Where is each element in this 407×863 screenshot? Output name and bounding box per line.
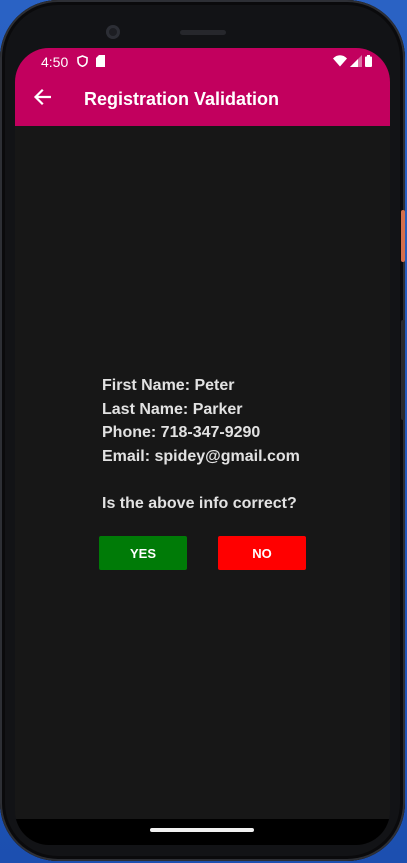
status-bar: 4:50 (15, 48, 390, 74)
sim-card-icon (96, 54, 105, 72)
home-gesture-handle[interactable] (150, 828, 254, 832)
no-button[interactable]: NO (218, 536, 306, 570)
phone-text: Phone: 718-347-9290 (102, 424, 261, 441)
registration-summary: First Name: Peter Last Name: Parker Phon… (102, 374, 300, 516)
yes-button[interactable]: YES (99, 536, 187, 570)
page-title: Registration Validation (84, 89, 280, 109)
email-text: Email: spidey@gmail.com (102, 447, 300, 465)
shield-icon (77, 54, 88, 72)
device-frame-background: 4:50 Registration Validation First Name:… (0, 0, 407, 863)
power-button (401, 210, 405, 262)
volume-button (401, 320, 405, 420)
last-name-text: Last Name: Parker (102, 400, 243, 418)
navigation-gesture-bar (15, 819, 390, 845)
front-camera-icon (106, 25, 120, 39)
screen: 4:50 Registration Validation First Name:… (15, 48, 390, 845)
wifi-icon (333, 54, 347, 72)
status-right-icons (333, 54, 372, 72)
phone-body: 4:50 Registration Validation First Name:… (0, 0, 405, 861)
cell-signal-icon (350, 54, 362, 72)
status-time: 4:50 (41, 54, 69, 70)
battery-icon (365, 54, 372, 72)
confirmation-question: Is the above info correct? (102, 495, 297, 512)
app-bar: Registration Validation (15, 74, 390, 126)
back-button[interactable] (29, 86, 55, 112)
earpiece-speaker (180, 30, 226, 35)
first-name-text: First Name: Peter (102, 377, 235, 394)
arrow-back-icon (33, 88, 52, 111)
status-left-icons (77, 54, 105, 72)
